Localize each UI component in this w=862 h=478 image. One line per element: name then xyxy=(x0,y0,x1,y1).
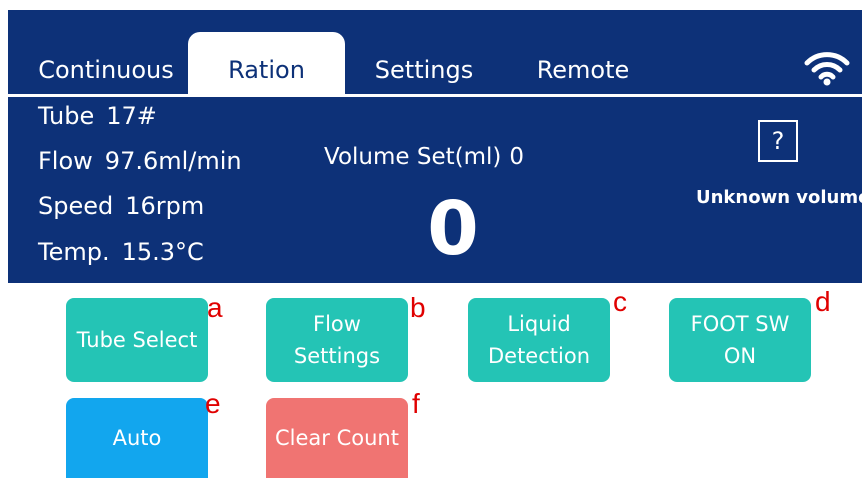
main-panel: Continuous Ration Settings Remote Tube 17… xyxy=(8,10,862,283)
clear-count-label: Clear Count xyxy=(275,426,399,450)
liquid-detection-button[interactable]: Liquid Detection xyxy=(468,298,610,382)
foot-switch-label-1: FOOT SW xyxy=(690,312,790,336)
tube-select-button[interactable]: Tube Select xyxy=(66,298,208,382)
tube-info: Tube 17# xyxy=(38,102,157,130)
temp-value: 15.3°C xyxy=(121,238,204,266)
speed-value: 16rpm xyxy=(125,192,205,220)
temp-info: Temp. 15.3°C xyxy=(38,238,204,266)
volume-set: Volume Set(ml) 0 xyxy=(324,144,524,170)
wifi-icon xyxy=(804,52,850,86)
flow-value: 97.6ml/min xyxy=(104,147,242,175)
annotation-b: b xyxy=(410,292,426,323)
liquid-detection-label-2: Detection xyxy=(487,344,591,368)
flow-info: Flow 97.6ml/min xyxy=(38,147,242,175)
flow-settings-label-1: Flow xyxy=(313,312,361,336)
tab-settings[interactable]: Settings xyxy=(358,32,490,94)
annotation-d: d xyxy=(815,286,831,317)
flow-settings-button[interactable]: Flow Settings xyxy=(266,298,408,382)
flow-settings-label-2: Settings xyxy=(293,344,381,368)
tab-divider xyxy=(8,94,862,97)
clear-count-button[interactable]: Clear Count xyxy=(266,398,408,478)
tab-remote[interactable]: Remote xyxy=(518,32,648,94)
speed-label: Speed xyxy=(38,192,114,220)
tube-value: 17# xyxy=(106,102,157,130)
foot-switch-label-2: ON xyxy=(723,344,757,368)
annotation-e: e xyxy=(205,388,221,419)
speed-info: Speed 16rpm xyxy=(38,192,204,220)
annotation-f: f xyxy=(412,388,420,419)
question-box-icon[interactable]: ? xyxy=(758,120,798,162)
temp-label: Temp. xyxy=(38,238,110,266)
foot-switch-button[interactable]: FOOT SW ON xyxy=(669,298,811,382)
volume-set-value: 0 xyxy=(509,144,525,170)
tube-label: Tube xyxy=(38,102,95,130)
volume-count: 0 xyxy=(427,186,479,272)
tab-ration[interactable]: Ration xyxy=(188,32,345,94)
annotation-a: a xyxy=(207,292,223,323)
auto-button[interactable]: Auto xyxy=(66,398,208,478)
annotation-c: c xyxy=(613,286,627,317)
auto-label: Auto xyxy=(112,426,162,450)
tab-continuous[interactable]: Continuous xyxy=(26,32,186,94)
flow-label: Flow xyxy=(38,147,93,175)
liquid-detection-label-1: Liquid xyxy=(507,312,571,336)
tube-select-label: Tube Select xyxy=(76,328,198,352)
unknown-volume-label: Unknown volume xyxy=(696,187,862,208)
volume-set-label: Volume Set(ml) xyxy=(324,144,502,170)
